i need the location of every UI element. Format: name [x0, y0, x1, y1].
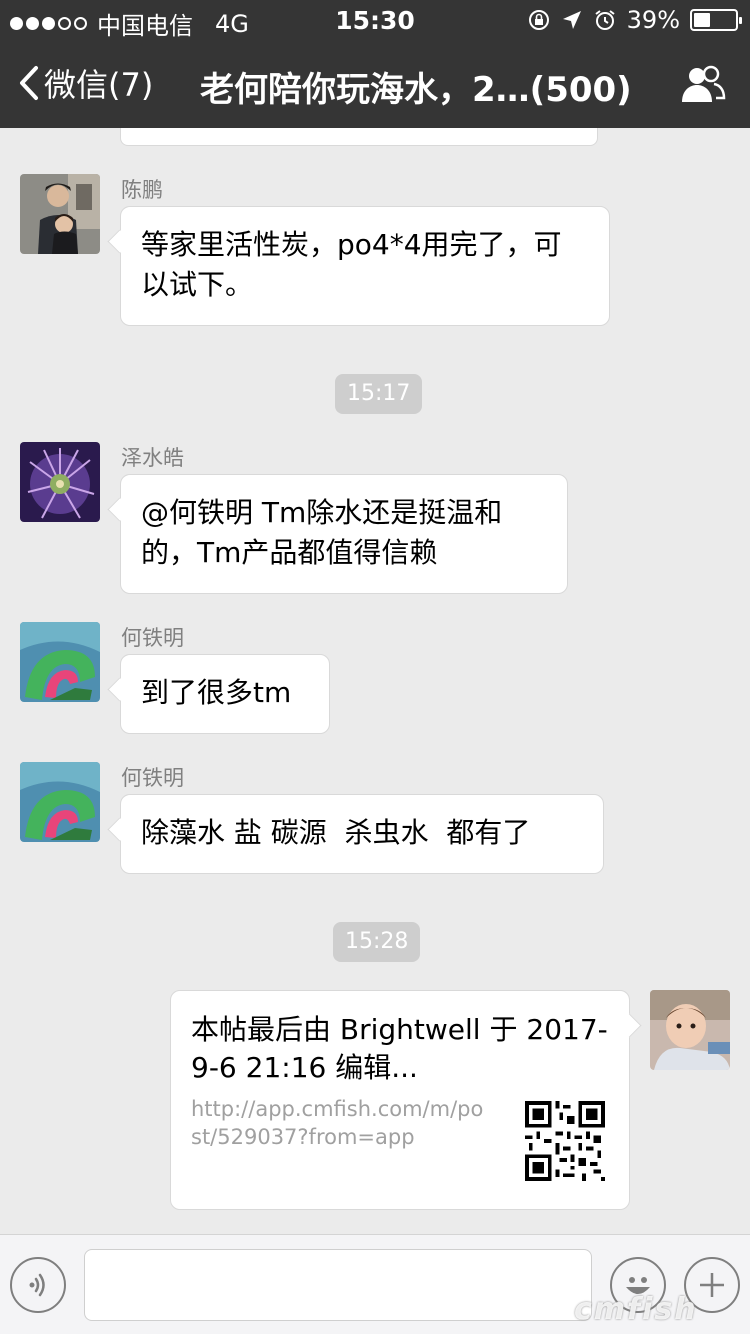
avatar[interactable]	[20, 174, 100, 254]
qr-code-icon	[525, 1101, 605, 1181]
timestamp: 15:28	[333, 922, 421, 962]
back-button[interactable]: 微信(7)	[18, 60, 153, 106]
alarm-clock-icon	[595, 10, 615, 30]
chat-messages[interactable]: 陈鹏 等家里活性炭，po4*4用完了，可以试下。 15:17 泽水皓 @何铁明 …	[0, 128, 750, 1234]
link-card-message[interactable]: 本帖最后由 Brightwell 于 2017-9-6 21:16 编辑... …	[170, 990, 630, 1210]
voice-button[interactable]	[10, 1257, 66, 1313]
sender-name: 何铁明	[121, 626, 184, 650]
location-arrow-icon	[562, 11, 581, 29]
group-members-icon[interactable]	[680, 64, 726, 104]
message-bubble[interactable]: 除藻水 盐 碳源 杀虫水 都有了	[120, 794, 604, 874]
avatar[interactable]	[20, 622, 100, 702]
orientation-lock-icon	[528, 10, 549, 30]
link-card-url: http://app.cmfish.com/m/post/529037?from…	[191, 1097, 484, 1149]
link-card-title: 本帖最后由 Brightwell 于 2017-9-6 21:16 编辑...	[191, 1013, 608, 1084]
timestamp: 15:17	[335, 374, 423, 414]
watermark: cmfish	[574, 1292, 698, 1327]
message-bubble[interactable]: 等家里活性炭，po4*4用完了，可以试下。	[120, 206, 610, 326]
sender-name: 泽水皓	[121, 446, 184, 470]
avatar[interactable]	[20, 762, 100, 842]
message-bubble[interactable]: @何铁明 Tm除水还是挺温和的，Tm产品都值得信赖	[120, 474, 568, 594]
battery-icon	[690, 9, 742, 31]
chevron-left-icon	[20, 66, 38, 100]
avatar[interactable]	[650, 990, 730, 1070]
avatar[interactable]	[20, 442, 100, 522]
chat-title: 老何陪你玩海水，2…(500)	[200, 70, 632, 110]
sender-name: 何铁明	[121, 766, 184, 790]
nav-bar: 微信(7) 老何陪你玩海水，2…(500)	[0, 44, 750, 128]
plus-icon	[700, 1273, 724, 1297]
voice-icon	[29, 1273, 45, 1297]
message-bubble[interactable]: 到了很多tm	[120, 654, 330, 734]
previous-message-bubble[interactable]	[120, 128, 598, 146]
sender-name: 陈鹏	[121, 178, 163, 202]
battery-percent: 39%	[626, 6, 680, 34]
message-input[interactable]	[84, 1249, 592, 1321]
back-label: 微信(7)	[44, 66, 154, 104]
header: 中国电信 4G 15:30 39% 微信(7) 老何陪你玩海水，2…(500)	[0, 0, 750, 128]
status-bar: 中国电信 4G 15:30 39%	[0, 0, 750, 40]
